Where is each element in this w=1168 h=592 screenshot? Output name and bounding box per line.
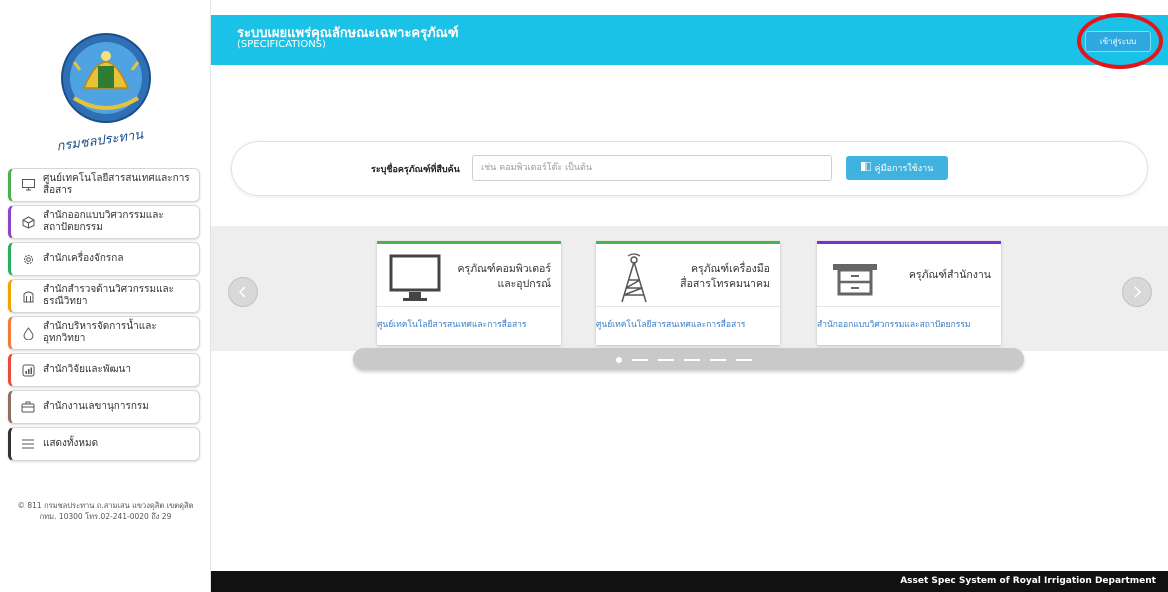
book-icon (860, 161, 872, 174)
card-title: ครุภัณฑ์เครื่องมือ สื่อสารโทรคมนาคม (680, 263, 770, 290)
monitor-icon (21, 178, 35, 192)
department-logo[interactable]: กรมชลประทาน (44, 26, 168, 155)
category-carousel: ครุภัณฑ์คอมพิวเตอร์ และอุปกรณ์ ศูนย์เทคโ… (211, 226, 1168, 351)
sidebar-item-label: สำนักเครื่องจักรกล (43, 253, 124, 264)
sidebar-item-machinery[interactable]: สำนักเครื่องจักรกล (8, 242, 200, 276)
card-department-link[interactable]: ศูนย์เทคโนโลยีสารสนเทศและการสื่อสาร (377, 317, 561, 331)
pagination-dash[interactable] (684, 359, 700, 361)
cube-icon (21, 215, 35, 229)
carousel-prev-button[interactable] (228, 277, 258, 307)
chevron-left-icon (238, 286, 246, 298)
user-manual-label: คู่มือการใช้งาน (874, 164, 934, 174)
chevron-right-icon (1134, 286, 1142, 298)
search-input[interactable] (472, 155, 832, 181)
copyright-line-2: กทม. 10300 โทร.02-241-0020 ถึง 29 (39, 512, 172, 521)
pagination-dash[interactable] (710, 359, 726, 361)
sidebar-item-label: ศูนย์เทคโนโลยีสารสนเทศและการสื่อสาร (43, 173, 190, 196)
sidebar-menu: ศูนย์เทคโนโลยีสารสนเทศและการสื่อสาร สำนั… (8, 168, 200, 464)
search-panel: ระบุชื่อครุภัณฑ์ที่สืบค้น คู่มือการใช้งา… (231, 141, 1148, 196)
office-cabinet-icon (829, 252, 881, 304)
user-manual-button[interactable]: คู่มือการใช้งาน (846, 156, 948, 180)
sidebar-item-label: สำนักออกแบบวิศวกรรมและสถาปัตยกรรม (43, 210, 164, 233)
category-card-office[interactable]: ครุภัณฑ์สำนักงาน สำนักออกแบบวิศวกรรมและส… (817, 241, 1001, 345)
category-card-computer[interactable]: ครุภัณฑ์คอมพิวเตอร์ และอุปกรณ์ ศูนย์เทคโ… (377, 241, 561, 345)
antenna-tower-icon (608, 252, 660, 304)
computer-monitor-icon (389, 252, 441, 304)
pagination-dot-active[interactable] (616, 357, 622, 363)
top-header: ระบบเผยแพร่คุณลักษณะเฉพาะครุภัณฑ์ (SPECI… (211, 15, 1168, 65)
login-button[interactable]: เข้าสู่ระบบ (1085, 31, 1151, 52)
menu-lines-icon (21, 437, 35, 451)
pagination-dash[interactable] (632, 359, 648, 361)
copyright-line-1: © 811 กรมชลประทาน ถ.สามเสน แขวงดุสิต เขต… (17, 501, 194, 510)
footer: Asset Spec System of Royal Irrigation De… (211, 571, 1168, 592)
survey-icon (21, 289, 35, 303)
sidebar-item-label: สำนักบริหารจัดการน้ำและอุทกวิทยา (43, 321, 157, 344)
briefcase-icon (21, 400, 35, 414)
card-department-link[interactable]: ศูนย์เทคโนโลยีสารสนเทศและการสื่อสาร (596, 317, 780, 331)
sidebar-item-label: สำนักวิจัยและพัฒนา (43, 364, 131, 375)
sidebar-item-research[interactable]: สำนักวิจัยและพัฒนา (8, 353, 200, 387)
water-drop-icon (21, 326, 35, 340)
pagination-dash[interactable] (736, 359, 752, 361)
copyright-text: © 811 กรมชลประทาน ถ.สามเสน แขวงดุสิต เขต… (0, 500, 211, 522)
carousel-next-button[interactable] (1122, 277, 1152, 307)
sidebar-item-label: สำนักสำรวจด้านวิศวกรรมและธรณีวิทยา (43, 284, 175, 307)
search-label: ระบุชื่อครุภัณฑ์ที่สืบค้น (371, 165, 460, 175)
pagination-dash[interactable] (658, 359, 674, 361)
sidebar-item-show-all[interactable]: แสดงทั้งหมด (8, 427, 200, 461)
sidebar-item-design[interactable]: สำนักออกแบบวิศวกรรมและสถาปัตยกรรม (8, 205, 200, 239)
gear-icon (21, 252, 35, 266)
sidebar-item-label: แสดงทั้งหมด (43, 438, 99, 449)
sidebar-item-ict[interactable]: ศูนย์เทคโนโลยีสารสนเทศและการสื่อสาร (8, 168, 200, 202)
sidebar-item-secretary[interactable]: สำนักงานเลขานุการกรม (8, 390, 200, 424)
sidebar: กรมชลประทาน ศูนย์เทคโนโลยีสารสนเทศและการ… (0, 0, 211, 592)
chart-box-icon (21, 363, 35, 377)
sidebar-item-survey[interactable]: สำนักสำรวจด้านวิศวกรรมและธรณีวิทยา (8, 279, 200, 313)
card-title: ครุภัณฑ์สำนักงาน (908, 269, 991, 281)
card-title: ครุภัณฑ์คอมพิวเตอร์ และอุปกรณ์ (457, 263, 551, 290)
carousel-pagination[interactable] (353, 348, 1024, 370)
category-card-telecom[interactable]: ครุภัณฑ์เครื่องมือ สื่อสารโทรคมนาคม ศูนย… (596, 241, 780, 345)
sidebar-item-label: สำนักงานเลขานุการกรม (43, 401, 149, 412)
sidebar-item-water[interactable]: สำนักบริหารจัดการน้ำและอุทกวิทยา (8, 316, 200, 350)
page-subtitle: (SPECIFICATIONS) (237, 39, 326, 50)
footer-text: Asset Spec System of Royal Irrigation De… (900, 576, 1156, 586)
card-department-link[interactable]: สำนักออกแบบวิศวกรรมและสถาปัตยกรรม (817, 317, 1001, 331)
